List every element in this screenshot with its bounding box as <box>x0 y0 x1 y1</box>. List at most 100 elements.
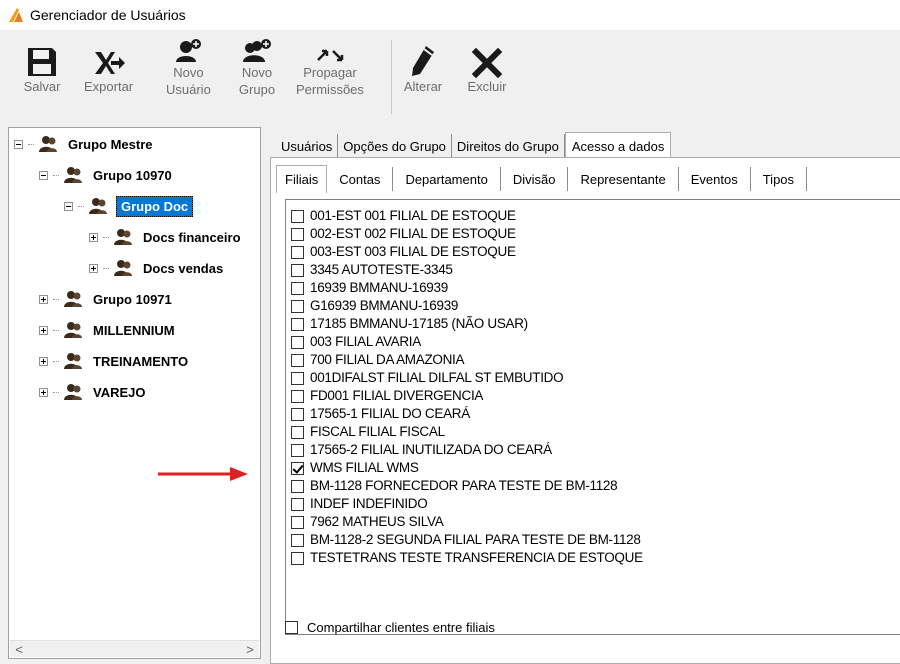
filial-list-item[interactable]: BM-1128 FORNECEDOR PARA TESTE DE BM-1128 <box>291 477 643 495</box>
collapse-icon[interactable] <box>64 201 73 211</box>
filial-list-item[interactable]: 001-EST 001 FILIAL DE ESTOQUE <box>291 207 643 225</box>
collapse-icon[interactable] <box>39 170 48 180</box>
filial-checkbox[interactable] <box>291 317 304 331</box>
export-icon <box>94 52 125 74</box>
filial-label: 700 FILIAL DA AMAZONIA <box>310 352 465 367</box>
filial-checkbox[interactable] <box>291 245 304 259</box>
filial-checkbox[interactable] <box>291 551 304 565</box>
tree-node[interactable]: Docs financeiro <box>89 226 243 248</box>
share-clients-checkbox[interactable] <box>285 621 298 634</box>
filial-label: FISCAL FILIAL FISCAL <box>310 424 445 439</box>
tree-node[interactable]: Grupo 10971 <box>39 288 174 310</box>
filial-list-item[interactable]: 700 FILIAL DA AMAZONIA <box>291 351 643 369</box>
filial-checkbox[interactable] <box>291 353 304 367</box>
filial-label: 16939 BMMANU-16939 <box>310 280 448 295</box>
filial-list-item[interactable]: 003-EST 003 FILIAL DE ESTOQUE <box>291 243 643 261</box>
new-user-button[interactable]: Novo Usuário <box>166 38 211 98</box>
filial-checkbox[interactable] <box>291 425 304 439</box>
filial-checkbox[interactable] <box>291 407 304 421</box>
subtab-contas[interactable]: Contas <box>327 167 394 191</box>
filial-list-item[interactable]: 17565-1 FILIAL DO CEARÁ <box>291 405 643 423</box>
tree-connector <box>103 267 109 269</box>
subtab-departamento[interactable]: Departamento <box>393 167 501 191</box>
subtab-eventos[interactable]: Eventos <box>679 167 751 191</box>
tab-direitos-do-grupo[interactable]: Direitos do Grupo <box>452 134 565 158</box>
filial-list-item[interactable]: 002-EST 002 FILIAL DE ESTOQUE <box>291 225 643 243</box>
toolbar: Salvar Exportar Novo Usuário Novo Grupo … <box>0 30 900 124</box>
filiais-list[interactable]: 001-EST 001 FILIAL DE ESTOQUE 002-EST 002… <box>285 199 900 635</box>
filial-list-item[interactable]: 16939 BMMANU-16939 <box>291 279 643 297</box>
tree-node[interactable]: Grupo 10970 <box>39 164 174 186</box>
expand-icon[interactable] <box>39 325 48 335</box>
filial-checkbox[interactable] <box>291 263 304 277</box>
tree-node[interactable]: Grupo Doc <box>64 195 194 217</box>
filial-checkbox[interactable] <box>291 479 304 493</box>
expand-icon[interactable] <box>39 356 48 366</box>
save-button[interactable]: Salvar <box>22 38 62 95</box>
filial-list-item[interactable]: 17185 BMMANU-17185 (NÃO USAR) <box>291 315 643 333</box>
filial-checkbox[interactable] <box>291 299 304 313</box>
filial-checkbox[interactable] <box>291 515 304 529</box>
expand-icon[interactable] <box>39 294 48 304</box>
filial-checkbox[interactable] <box>291 461 304 475</box>
filial-list-item[interactable]: TESTETRANS TESTE TRANSFERENCIA DE ESTOQU… <box>291 549 643 567</box>
filial-list-item[interactable]: 001DIFALST FILIAL DILFAL ST EMBUTIDO <box>291 369 643 387</box>
filial-list-item[interactable]: INDEF INDEFINIDO <box>291 495 643 513</box>
tab-acesso-a-dados[interactable]: Acesso a dados <box>564 132 672 160</box>
tree-node[interactable]: TREINAMENTO <box>39 350 190 372</box>
tab-opcoes-do-grupo[interactable]: Opções do Grupo <box>338 134 452 158</box>
subtab-tipos[interactable]: Tipos <box>751 167 808 191</box>
tree-node-label: Grupo Mestre <box>68 136 153 152</box>
filial-list-item[interactable]: FD001 FILIAL DIVERGENCIA <box>291 387 643 405</box>
filial-checkbox[interactable] <box>291 209 304 223</box>
filial-checkbox[interactable] <box>291 227 304 241</box>
filial-label: 003 FILIAL AVARIA <box>310 334 421 349</box>
filial-checkbox[interactable] <box>291 533 304 547</box>
filial-checkbox[interactable] <box>291 281 304 295</box>
scroll-right-icon[interactable]: > <box>242 642 258 657</box>
user-group-icon <box>89 198 107 214</box>
tree-node[interactable]: MILLENNIUM <box>39 319 177 341</box>
filial-checkbox[interactable] <box>291 335 304 349</box>
tab-usuarios[interactable]: Usuários <box>276 134 339 158</box>
tree-node[interactable]: Docs vendas <box>89 257 225 279</box>
filial-checkbox[interactable] <box>291 443 304 457</box>
filial-checkbox[interactable] <box>291 371 304 385</box>
collapse-icon[interactable] <box>14 139 23 149</box>
filial-label: 17185 BMMANU-17185 (NÃO USAR) <box>310 316 528 331</box>
filial-list-item[interactable]: BM-1128-2 SEGUNDA FILIAL PARA TESTE DE B… <box>291 531 643 549</box>
user-group-icon <box>64 384 82 400</box>
toolbar-separator <box>391 40 392 114</box>
filial-list-item[interactable]: 3345 AUTOTESTE-3345 <box>291 261 643 279</box>
filial-list-item[interactable]: G16939 BMMANU-16939 <box>291 297 643 315</box>
filial-checkbox[interactable] <box>291 389 304 403</box>
share-clients-option[interactable]: Compartilhar clientes entre filiais <box>285 620 495 635</box>
delete-button[interactable]: Excluir <box>467 38 507 95</box>
tree-connector <box>28 143 34 145</box>
tree-horizontal-scrollbar[interactable]: < > <box>10 640 259 657</box>
filial-list-item[interactable]: 17565-2 FILIAL INUTILIZADA DO CEARÁ <box>291 441 643 459</box>
delete-button-label: Excluir <box>467 79 507 94</box>
subtab-representante[interactable]: Representante <box>568 167 679 191</box>
filial-list-item[interactable]: WMS FILIAL WMS <box>291 459 643 477</box>
filial-checkbox[interactable] <box>291 497 304 511</box>
scroll-left-icon[interactable]: < <box>11 642 27 657</box>
filial-list-item[interactable]: FISCAL FILIAL FISCAL <box>291 423 643 441</box>
expand-icon[interactable] <box>89 263 98 273</box>
filial-label: 001DIFALST FILIAL DILFAL ST EMBUTIDO <box>310 370 564 385</box>
subtab-filiais[interactable]: Filiais <box>276 165 328 193</box>
tree-node[interactable]: Grupo Mestre <box>14 133 155 155</box>
export-button[interactable]: Exportar <box>84 38 133 95</box>
subtab-divisao[interactable]: Divisão <box>501 167 569 191</box>
propagate-permissions-button[interactable]: Propagar Permissões <box>296 38 364 98</box>
filial-list-item[interactable]: 7962 MATHEUS SILVA <box>291 513 643 531</box>
tree-node[interactable]: VAREJO <box>39 381 148 403</box>
edit-button[interactable]: Alterar <box>403 38 443 95</box>
group-tree[interactable]: Grupo Mestre Grupo 10970 Grupo Doc Docs fin… <box>8 127 261 659</box>
tree-connector <box>53 329 59 331</box>
filial-list-item[interactable]: 003 FILIAL AVARIA <box>291 333 643 351</box>
expand-icon[interactable] <box>89 232 98 242</box>
expand-icon[interactable] <box>39 387 48 397</box>
annotation-arrow-icon <box>158 467 248 481</box>
new-group-button[interactable]: Novo Grupo <box>237 38 277 98</box>
